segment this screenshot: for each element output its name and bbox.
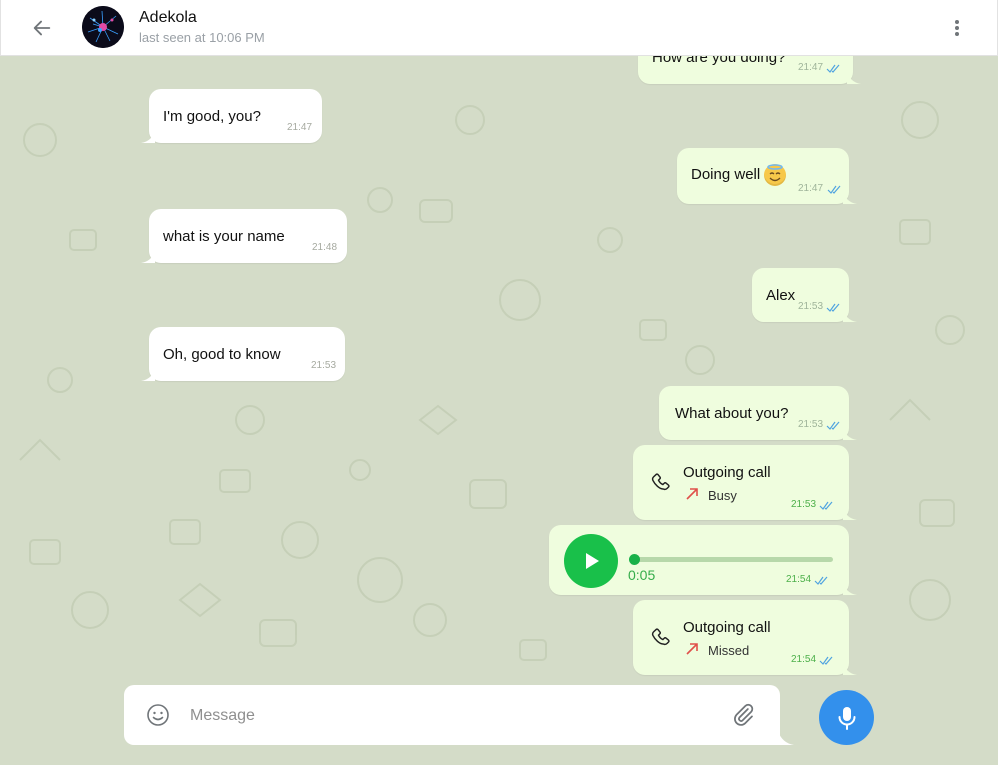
voice-message[interactable]: 0:05 21:54 [549,525,857,595]
more-options-button[interactable] [947,15,967,41]
message-composer [124,685,780,745]
message-text: Doing well [691,164,787,186]
smiling-face-with-halo-icon [764,164,787,186]
contact-name[interactable]: Adekola [139,9,197,27]
double-check-icon [819,656,833,665]
play-icon [586,553,599,569]
message-input[interactable] [188,703,712,729]
message-outgoing[interactable]: What about you? 21:53 [659,386,857,440]
double-check-icon [827,185,841,194]
bubble-tail [843,308,857,322]
message-time: 21:47 [798,62,824,73]
bubble-tail [141,367,155,381]
message-outgoing[interactable]: Alex 21:53 [752,268,857,322]
message-time: 21:53 [798,419,824,430]
message-time: 21:48 [312,242,338,253]
voice-duration: 0:05 [628,567,656,583]
microphone-icon [838,706,855,730]
message-time: 21:53 [798,301,824,312]
call-title: Outgoing call [683,464,771,481]
back-button[interactable] [27,14,57,42]
message-time: 21:47 [287,122,313,133]
message-text: What about you? [675,405,789,422]
message-outgoing[interactable]: Doing well 21:47 [677,148,857,204]
emoji-button[interactable] [146,703,170,732]
call-message[interactable]: Outgoing call Missed 21:54 [633,600,857,675]
call-status: Missed [708,643,750,658]
double-check-icon [814,576,828,585]
smiley-icon [147,704,169,726]
contact-status: last seen at 10:06 PM [139,30,265,45]
phone-icon[interactable] [650,472,672,494]
bubble-tail [843,661,857,675]
double-check-icon [826,303,840,312]
call-status: Busy [708,488,737,503]
call-title: Outgoing call [683,619,771,636]
attach-button[interactable] [730,702,756,733]
arrow-left-icon [33,20,51,36]
bubble-tail [843,426,857,440]
bubble-tail [843,506,857,520]
bubble-tail [847,70,861,84]
composer-tail [778,731,794,745]
message-text: Oh, good to know [163,346,281,363]
phone-icon[interactable] [650,627,672,649]
bubble-tail [843,190,857,204]
call-message[interactable]: Outgoing call Busy 21:53 [633,445,857,520]
arrow-up-right-icon [686,488,698,500]
message-time: 21:47 [798,183,824,194]
message-incoming[interactable]: I'm good, you? 21:47 [141,89,322,143]
message-text: I'm good, you? [163,108,261,125]
message-text: Alex [766,287,796,304]
message-incoming[interactable]: Oh, good to know 21:53 [141,327,345,381]
double-check-icon [819,501,833,510]
voice-progress-track[interactable] [633,557,833,562]
bubble-tail [843,581,857,595]
message-time: 21:54 [791,654,817,665]
double-check-icon [826,64,840,73]
message-time: 21:53 [311,360,337,371]
avatar-image [82,6,124,48]
message-incoming[interactable]: what is your name 21:48 [141,209,347,263]
bubble-tail [141,129,155,143]
message-time: 21:54 [786,574,812,585]
message-time: 21:53 [791,499,817,510]
paperclip-icon [734,703,754,726]
arrow-up-right-icon [686,643,698,655]
voice-record-button[interactable] [819,690,874,745]
emoji-face [767,164,783,182]
voice-progress-handle[interactable] [629,554,640,565]
play-button[interactable] [564,534,618,588]
message-text: what is your name [163,228,285,245]
avatar[interactable] [82,6,124,48]
message-text-content: Doing well [691,165,761,183]
double-check-icon [826,421,840,430]
bubble-tail [141,249,155,263]
chat-header: Adekola last seen at 10:06 PM [0,0,998,56]
more-vertical-icon [955,20,959,36]
